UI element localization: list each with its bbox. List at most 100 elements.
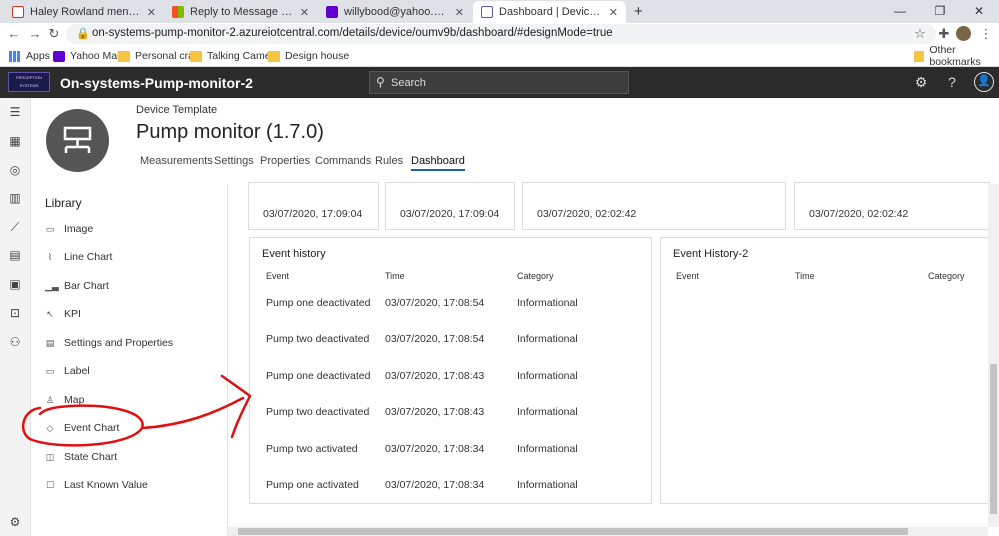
user-icon[interactable]: 👤 [974, 72, 994, 92]
close-icon[interactable]: ✕ [147, 6, 156, 19]
bookmark-label: Other bookmarks [929, 44, 981, 68]
app-logo[interactable]: PERCEPTION SYSTEMS [8, 72, 50, 92]
panel-title: Event history [262, 248, 326, 260]
logo-text: PERCEPTION SYSTEMS [15, 75, 42, 88]
devices-icon[interactable]: ◎ [7, 162, 23, 178]
tab-commands[interactable]: Commands [315, 155, 371, 167]
event-history-panel[interactable]: Event history Event Time Category Pump o… [249, 237, 652, 504]
library-item-map[interactable]: ♙ Map [45, 392, 84, 408]
folder-icon [268, 50, 280, 62]
library-panel: Library ▭ Image ⌇ Line Chart ▁▃ Bar Char… [31, 184, 228, 536]
tab-dashboard[interactable]: Dashboard [411, 155, 465, 171]
window-close-icon[interactable]: ✕ [959, 0, 999, 23]
network-device-icon [63, 126, 92, 153]
search-input[interactable]: ⚲ Search [369, 71, 629, 94]
bookmark-design-house[interactable]: Design house [268, 48, 349, 64]
column-header-category[interactable]: Category [517, 271, 554, 281]
extensions-icon[interactable]: ✚ [936, 26, 952, 42]
tab-settings[interactable]: Settings [214, 155, 254, 167]
back-icon[interactable]: ← [6, 26, 22, 42]
bookmark-personal-crap[interactable]: Personal crap [118, 48, 200, 64]
library-item-label[interactable]: ▭ Label [45, 363, 90, 379]
bookmark-yahoo-mail[interactable]: Yahoo Mail [53, 48, 122, 64]
library-item-label: Label [64, 365, 90, 377]
profile-avatar[interactable] [956, 26, 971, 41]
yahoo-icon [326, 6, 338, 18]
last-known-value-icon: ☐ [45, 480, 55, 490]
browser-tab-yahoo[interactable]: willybood@yahoo.co.uk - Yahoo ✕ [318, 1, 472, 23]
minimize-icon[interactable]: — [880, 0, 920, 23]
settings-bottom-icon[interactable]: ⚙ [7, 514, 23, 530]
library-item-settings-properties[interactable]: ▤ Settings and Properties [45, 335, 173, 351]
library-item-label: Settings and Properties [64, 337, 174, 349]
horizontal-scrollbar[interactable] [228, 527, 988, 536]
scrollbar-thumb[interactable] [238, 528, 908, 535]
library-item-last-known-value[interactable]: ☐ Last Known Value [45, 477, 148, 493]
forward-icon[interactable]: → [27, 26, 43, 42]
hamburger-icon[interactable]: ☰ [7, 104, 23, 120]
library-item-label: Image [64, 223, 94, 235]
close-icon[interactable]: ✕ [455, 6, 464, 19]
library-item-event-chart[interactable]: ◇ Event Chart [45, 420, 120, 436]
close-icon[interactable]: ✕ [300, 6, 309, 19]
gear-icon[interactable]: ⚙ [912, 74, 930, 91]
column-header-category[interactable]: Category [928, 271, 965, 281]
table-cell-time: 03/07/2020, 17:08:34 [385, 479, 485, 491]
kpi-tile[interactable]: 03/07/2020, 02:02:42 [794, 182, 990, 230]
bookmark-other[interactable]: Other bookmarks [914, 44, 999, 68]
kpi-tile[interactable]: 03/07/2020, 17:09:04 [248, 182, 379, 230]
event-history-2-panel[interactable]: Event History-2 Event Time Category [660, 237, 990, 504]
data-export-icon[interactable]: ⊡ [7, 305, 23, 321]
new-tab-button[interactable]: + [634, 3, 643, 20]
kpi-tile[interactable]: 03/07/2020, 17:09:04 [385, 182, 515, 230]
reload-icon[interactable]: ↻ [46, 26, 62, 42]
menu-dots-icon[interactable]: ⋮ [978, 26, 994, 42]
library-item-state-chart[interactable]: ◫ State Chart [45, 449, 117, 465]
browser-tab-gmail[interactable]: Haley Rowland mentioned you in ✕ [4, 1, 164, 23]
table-cell-category: Informational [517, 333, 578, 345]
library-item-line-chart[interactable]: ⌇ Line Chart [45, 249, 113, 265]
vertical-scrollbar[interactable] [988, 184, 999, 527]
table-cell-time: 03/07/2020, 17:08:34 [385, 443, 485, 455]
tab-properties[interactable]: Properties [260, 155, 310, 167]
scrollbar-thumb[interactable] [990, 364, 997, 514]
device-groups-icon[interactable]: ▥ [7, 190, 23, 206]
state-chart-icon: ◫ [45, 452, 55, 462]
column-header-event[interactable]: Event [266, 271, 289, 281]
tab-measurements[interactable]: Measurements [140, 155, 213, 167]
library-item-bar-chart[interactable]: ▁▃ Bar Chart [45, 278, 109, 294]
table-cell-time: 03/07/2020, 17:08:54 [385, 333, 485, 345]
library-item-image[interactable]: ▭ Image [45, 221, 93, 237]
bookmark-apps[interactable]: Apps [9, 48, 50, 64]
library-item-kpi[interactable]: ↖ KPI [45, 306, 81, 322]
analytics-icon[interactable]: ⟋ [7, 219, 23, 235]
kpi-tile[interactable]: 03/07/2020, 02:02:42 [522, 182, 786, 230]
dashboard-icon[interactable]: ▦ [7, 133, 23, 149]
table-cell-category: Informational [517, 297, 578, 309]
bookmark-talking-camera[interactable]: Talking Camera [190, 48, 280, 64]
jobs-icon[interactable]: ▤ [7, 247, 23, 263]
app-header: PERCEPTION SYSTEMS On-systems-Pump-monit… [0, 67, 999, 98]
star-icon[interactable]: ☆ [912, 26, 928, 42]
column-header-time[interactable]: Time [795, 271, 815, 281]
administration-icon[interactable]: ⚇ [7, 334, 23, 350]
table-cell-category: Informational [517, 370, 578, 382]
device-templates-icon[interactable]: ▣ [7, 276, 23, 292]
dashboard-canvas: 03/07/2020, 17:09:04 03/07/2020, 17:09:0… [228, 182, 990, 527]
close-icon[interactable]: ✕ [609, 6, 618, 19]
restore-icon[interactable]: ❐ [920, 0, 960, 23]
column-header-time[interactable]: Time [385, 271, 405, 281]
app-title[interactable]: On-systems-Pump-monitor-2 [60, 75, 253, 91]
bookmark-label: Yahoo Mail [70, 50, 122, 62]
url-text[interactable]: on-systems-pump-monitor-2.azureiotcentra… [92, 27, 613, 39]
gmail-icon [12, 6, 24, 18]
tab-rules[interactable]: Rules [375, 155, 403, 167]
tile-timestamp: 03/07/2020, 02:02:42 [809, 208, 909, 220]
browser-tab-dashboard[interactable]: Dashboard | Device 1, On-system ✕ [473, 1, 626, 23]
browser-tab-teams[interactable]: Reply to Message - Microsoft Te ✕ [164, 1, 317, 23]
help-icon[interactable]: ? [943, 74, 961, 90]
address-bar[interactable]: 🔒 on-systems-pump-monitor-2.azureiotcent… [66, 24, 936, 44]
column-header-event[interactable]: Event [676, 271, 699, 281]
table-cell-event: Pump one deactivated [266, 297, 371, 309]
left-nav-rail: ☰ ▦ ◎ ▥ ⟋ ▤ ▣ ⊡ ⚇ ⚙ [0, 98, 31, 536]
